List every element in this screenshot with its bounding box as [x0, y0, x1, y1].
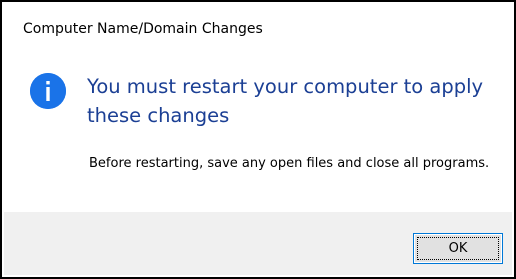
dialog-window: Computer Name/Domain Changes You must re… — [0, 0, 516, 279]
dialog-heading: You must restart your computer to apply … — [87, 75, 484, 127]
title-bar[interactable]: Computer Name/Domain Changes — [4, 4, 512, 60]
info-icon — [30, 73, 66, 109]
dialog-title: Computer Name/Domain Changes — [23, 21, 263, 37]
ok-button[interactable]: OK — [413, 233, 503, 264]
info-icon-glyph — [30, 73, 66, 109]
dialog-content: You must restart your computer to apply … — [4, 60, 512, 212]
ok-button-label: OK — [448, 241, 468, 256]
dialog-footer: OK — [4, 212, 512, 275]
dialog-message: Before restarting, save any open files a… — [89, 156, 490, 171]
